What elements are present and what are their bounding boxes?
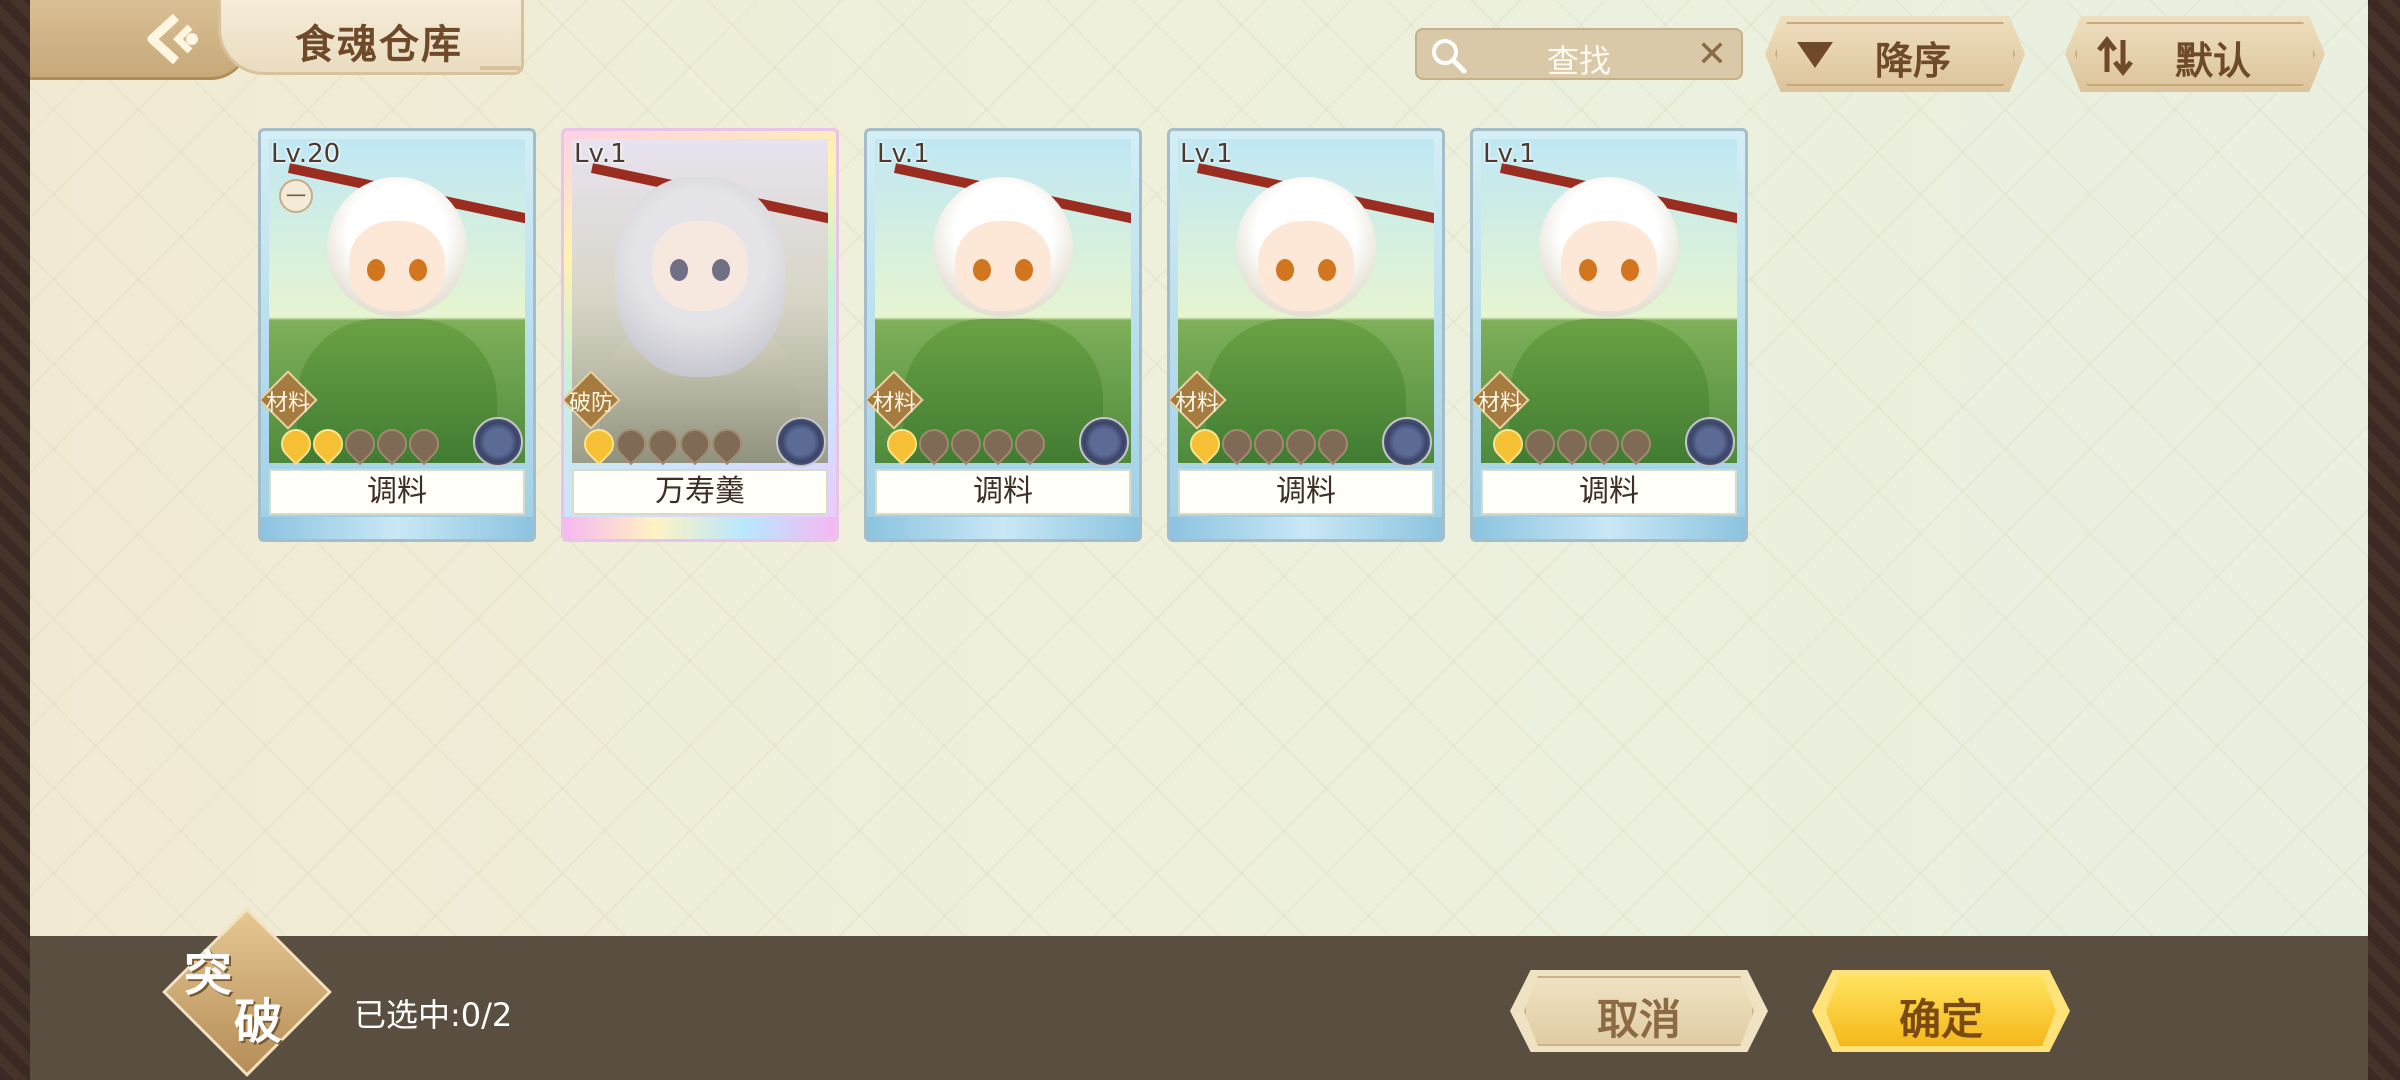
search-placeholder: 查找 bbox=[1546, 42, 1611, 80]
star-icon bbox=[976, 422, 1020, 466]
star-rating bbox=[880, 422, 1052, 466]
star-icon bbox=[912, 422, 956, 466]
confirm-button[interactable]: 确定 bbox=[1812, 970, 2070, 1052]
selected-count: 已选中:0/2 bbox=[354, 996, 513, 1034]
star-icon bbox=[1247, 422, 1291, 466]
sort-order-button[interactable]: 降序 bbox=[1765, 16, 2025, 92]
card-level: Lv.1 bbox=[1483, 139, 1536, 169]
confirm-label: 确定 bbox=[1898, 995, 1983, 1044]
star-icon bbox=[370, 422, 414, 466]
star-icon bbox=[274, 422, 318, 466]
element-emblem-icon bbox=[1382, 417, 1432, 467]
card-tag: 破防 bbox=[564, 369, 622, 431]
sort-order-label: 降序 bbox=[1875, 39, 1952, 83]
breakthrough-text-bottom: 破 bbox=[234, 994, 283, 1050]
card-level: Lv.1 bbox=[1180, 139, 1233, 169]
cancel-button[interactable]: 取消 bbox=[1510, 970, 1768, 1052]
left-frame bbox=[0, 0, 30, 1080]
sort-mode-label: 默认 bbox=[2175, 39, 2252, 83]
star-rating bbox=[1183, 422, 1355, 466]
star-rating bbox=[274, 422, 446, 466]
warehouse-panel: 食魂仓库 查找 ✕ 降序 默认 Lv.20 一材料调料 Lv.1 破防万寿羹 Lv.1 材… bbox=[30, 0, 2368, 936]
card-name: 调料 bbox=[875, 469, 1131, 515]
star-icon bbox=[1311, 422, 1355, 466]
card-name: 调料 bbox=[1481, 469, 1737, 515]
star-rating bbox=[577, 422, 749, 466]
star-rating bbox=[1486, 422, 1658, 466]
food-soul-card[interactable]: Lv.20 一材料调料 bbox=[258, 128, 536, 542]
card-tag: 材料 bbox=[867, 369, 925, 431]
star-icon bbox=[1008, 422, 1052, 466]
swap-arrows-icon bbox=[2097, 36, 2133, 76]
star-icon bbox=[338, 422, 382, 466]
card-tag-label: 材料 bbox=[1477, 391, 1522, 416]
star-icon bbox=[1518, 422, 1562, 466]
star-icon bbox=[705, 422, 749, 466]
card-tag-label: 材料 bbox=[871, 391, 916, 416]
star-icon bbox=[306, 422, 350, 466]
food-soul-card[interactable]: Lv.1 材料调料 bbox=[1470, 128, 1748, 542]
cancel-label: 取消 bbox=[1596, 995, 1681, 1044]
star-icon bbox=[577, 422, 621, 466]
card-level: Lv.20 bbox=[271, 139, 341, 169]
food-soul-card[interactable]: Lv.1 材料调料 bbox=[1167, 128, 1445, 542]
element-emblem-icon bbox=[1079, 417, 1129, 467]
card-tag-label: 材料 bbox=[1174, 391, 1219, 416]
triangle-down-icon bbox=[1797, 42, 1833, 68]
search-input[interactable]: 查找 ✕ bbox=[1415, 28, 1743, 80]
right-frame bbox=[2368, 0, 2400, 1080]
card-tag-label: 材料 bbox=[265, 391, 310, 416]
element-emblem-icon bbox=[776, 417, 826, 467]
star-icon bbox=[944, 422, 988, 466]
back-chevron-icon bbox=[147, 13, 198, 65]
back-button[interactable] bbox=[122, 8, 222, 70]
sort-mode-button[interactable]: 默认 bbox=[2065, 16, 2325, 92]
card-level: Lv.1 bbox=[877, 139, 930, 169]
star-icon bbox=[880, 422, 924, 466]
card-tag: 材料 bbox=[1170, 369, 1228, 431]
card-level: Lv.1 bbox=[574, 139, 627, 169]
food-soul-card[interactable]: Lv.1 破防万寿羹 bbox=[561, 128, 839, 542]
breakthrough-text-top: 突 bbox=[184, 946, 233, 1002]
card-tag-label: 破防 bbox=[568, 391, 613, 416]
card-tag: 材料 bbox=[1473, 369, 1531, 431]
star-icon bbox=[1215, 422, 1259, 466]
star-icon bbox=[1486, 422, 1530, 466]
food-soul-card[interactable]: Lv.1 材料调料 bbox=[864, 128, 1142, 542]
card-name: 调料 bbox=[269, 469, 525, 515]
page-title: 食魂仓库 bbox=[295, 22, 463, 68]
star-icon bbox=[1582, 422, 1626, 466]
star-icon bbox=[673, 422, 717, 466]
star-icon bbox=[1183, 422, 1227, 466]
star-icon bbox=[1550, 422, 1594, 466]
star-icon bbox=[1279, 422, 1323, 466]
lock-badge-icon: 一 bbox=[279, 179, 313, 213]
element-emblem-icon bbox=[1685, 417, 1735, 467]
card-name: 万寿羹 bbox=[572, 469, 828, 515]
card-name: 调料 bbox=[1178, 469, 1434, 515]
close-icon[interactable]: ✕ bbox=[1697, 34, 1727, 75]
title-divider bbox=[480, 66, 520, 70]
star-icon bbox=[609, 422, 653, 466]
star-icon bbox=[641, 422, 685, 466]
element-emblem-icon bbox=[473, 417, 523, 467]
breakthrough-badge: 突 破 bbox=[162, 907, 332, 1077]
card-tag: 材料 bbox=[261, 369, 319, 431]
star-icon bbox=[402, 422, 446, 466]
star-icon bbox=[1614, 422, 1658, 466]
